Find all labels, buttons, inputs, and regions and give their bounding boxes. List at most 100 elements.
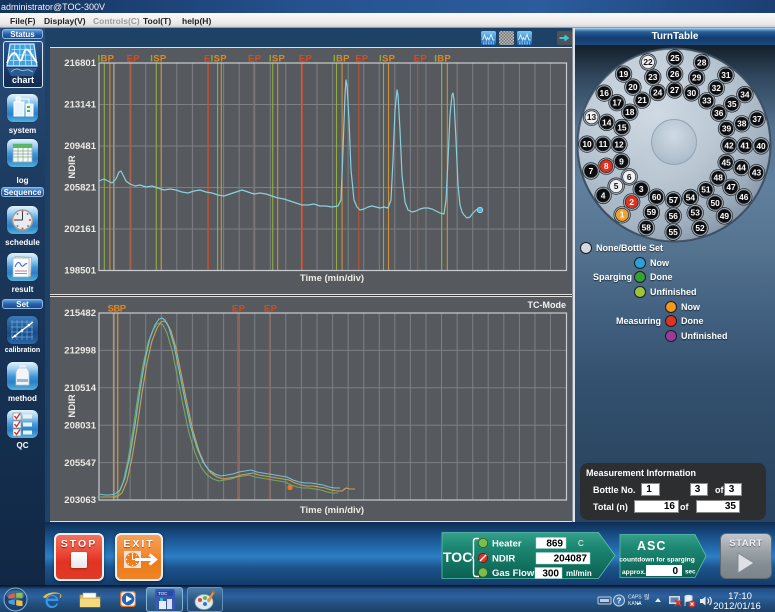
svg-text:204087: 204087: [554, 554, 588, 565]
svg-text:23: 23: [648, 72, 658, 82]
svg-text:50: 50: [710, 198, 720, 208]
svg-text:21: 21: [637, 95, 647, 105]
svg-text:208031: 208031: [64, 420, 96, 431]
svg-text:Gas Flow: Gas Flow: [492, 568, 535, 579]
svg-text:49: 49: [720, 211, 730, 221]
svg-text:EP: EP: [127, 54, 141, 65]
svg-text:27: 27: [670, 85, 680, 95]
svg-text:ASC: ASC: [637, 539, 666, 553]
svg-text:46: 46: [739, 192, 749, 202]
svg-text:IBP: IBP: [98, 54, 115, 65]
svg-text:210514: 210514: [64, 383, 96, 394]
svg-text:39: 39: [722, 124, 732, 134]
svg-text:6: 6: [627, 172, 632, 182]
svg-text:28: 28: [697, 57, 707, 67]
svg-text:Time (min/div): Time (min/div): [300, 505, 364, 516]
svg-text:44: 44: [737, 163, 747, 173]
svg-text:25: 25: [670, 53, 680, 63]
svg-text:32: 32: [712, 83, 722, 93]
svg-text:57: 57: [669, 195, 679, 205]
svg-text:13: 13: [587, 112, 597, 122]
svg-text:215482: 215482: [64, 308, 96, 319]
svg-text:33: 33: [702, 96, 712, 106]
svg-text:216801: 216801: [64, 58, 96, 69]
svg-text:IBP: IBP: [434, 54, 451, 65]
svg-text:51: 51: [701, 185, 711, 195]
svg-text:ISP: ISP: [150, 54, 167, 65]
svg-text:sec: sec: [685, 569, 696, 576]
svg-text:29: 29: [692, 73, 702, 83]
svg-text:56: 56: [669, 211, 679, 221]
svg-text:12: 12: [614, 139, 624, 149]
svg-text:C: C: [578, 539, 584, 548]
svg-text:55: 55: [668, 227, 678, 237]
svg-text:17: 17: [612, 98, 622, 108]
svg-text:40: 40: [756, 141, 766, 151]
svg-text:209481: 209481: [64, 141, 96, 152]
svg-text:3: 3: [639, 184, 644, 194]
svg-text:43: 43: [752, 168, 762, 178]
svg-text:럲: 럲: [644, 593, 650, 601]
svg-text:10: 10: [582, 139, 592, 149]
svg-text:0: 0: [672, 566, 678, 577]
svg-text:16: 16: [600, 88, 610, 98]
svg-text:ml/min: ml/min: [566, 569, 592, 578]
svg-text:24: 24: [653, 87, 663, 97]
svg-text:19: 19: [619, 69, 629, 79]
svg-text:CAPS: CAPS: [628, 595, 642, 601]
svg-text:NDIR: NDIR: [67, 394, 78, 417]
svg-text:2: 2: [629, 197, 634, 207]
svg-text:202161: 202161: [64, 224, 96, 235]
svg-text:EP: EP: [232, 304, 246, 315]
svg-text:45: 45: [721, 157, 731, 167]
svg-text:35: 35: [727, 99, 737, 109]
svg-text:NDIR: NDIR: [67, 155, 78, 178]
svg-text:NDIR: NDIR: [492, 554, 515, 565]
svg-text:1: 1: [620, 210, 625, 220]
svg-text:53: 53: [691, 208, 701, 218]
svg-text:59: 59: [647, 207, 657, 217]
svg-text:IBP: IBP: [333, 54, 350, 65]
svg-text:EP: EP: [248, 54, 262, 65]
svg-text:EP: EP: [355, 54, 369, 65]
svg-text:58: 58: [642, 222, 652, 232]
svg-text:SBP: SBP: [108, 304, 127, 315]
svg-text:205821: 205821: [64, 183, 96, 194]
svg-text:15: 15: [617, 122, 627, 132]
svg-text:EP: EP: [299, 54, 313, 65]
svg-text:5: 5: [614, 181, 619, 191]
svg-text:26: 26: [670, 69, 680, 79]
svg-text:41: 41: [740, 141, 750, 151]
svg-text:212998: 212998: [64, 346, 96, 357]
svg-text:Time (min/div): Time (min/div): [300, 273, 364, 284]
svg-text:52: 52: [695, 223, 705, 233]
svg-text:Heater: Heater: [492, 539, 522, 550]
svg-text:869: 869: [546, 539, 563, 550]
svg-text:300: 300: [542, 569, 559, 580]
svg-text:198501: 198501: [64, 266, 96, 277]
svg-text:18: 18: [625, 107, 635, 117]
svg-text:ISP: ISP: [269, 54, 286, 65]
svg-text:EP: EP: [414, 54, 428, 65]
svg-text:TC-Mode: TC-Mode: [528, 300, 567, 310]
svg-text:42: 42: [724, 141, 734, 151]
svg-text:countdown for sparging: countdown for sparging: [619, 557, 694, 564]
svg-text:60: 60: [652, 192, 662, 202]
svg-text:TOC: TOC: [443, 549, 472, 565]
svg-text:54: 54: [686, 192, 696, 202]
svg-text:14: 14: [602, 117, 612, 127]
svg-text:31: 31: [721, 70, 731, 80]
svg-text:7: 7: [589, 166, 594, 176]
svg-text:EISP: EISP: [204, 54, 227, 65]
svg-text:EP: EP: [264, 304, 278, 315]
svg-text:TOC: TOC: [158, 591, 168, 596]
svg-text:8: 8: [604, 161, 609, 171]
svg-text:38: 38: [737, 119, 747, 129]
svg-text:9: 9: [619, 156, 624, 166]
svg-text:37: 37: [752, 114, 762, 124]
svg-text:213141: 213141: [64, 100, 96, 111]
svg-text:34: 34: [740, 90, 750, 100]
svg-text:22: 22: [643, 57, 653, 67]
svg-text:48: 48: [714, 173, 724, 183]
svg-text:47: 47: [726, 182, 736, 192]
